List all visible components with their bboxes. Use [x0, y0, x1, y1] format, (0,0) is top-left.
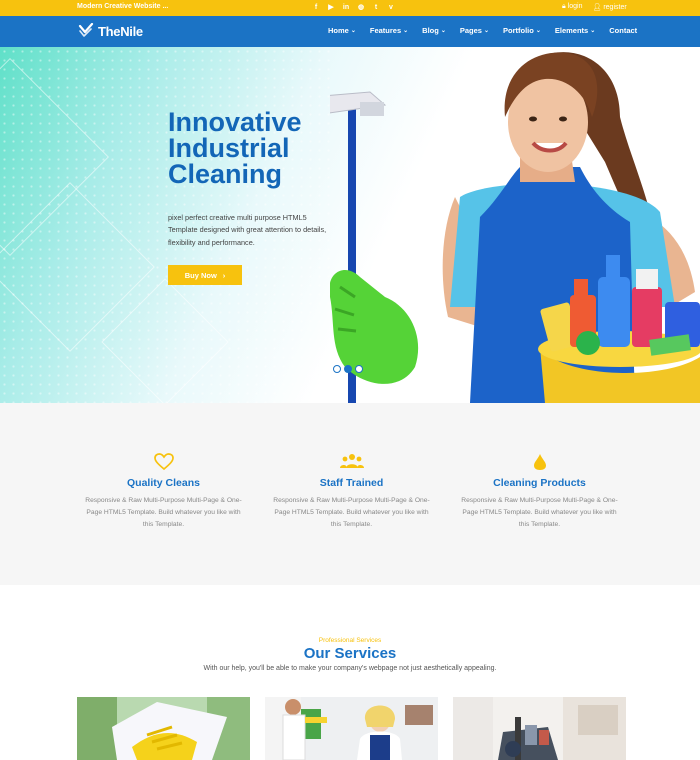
hero-slider: Innovative Industrial Cleaning pixel per… [0, 47, 700, 403]
chevron-down-icon: ⌄ [535, 28, 541, 34]
logo-icon [78, 23, 94, 37]
nav-label: Elements [554, 26, 589, 35]
chevron-down-icon: ⌄ [350, 28, 356, 34]
hero-title: Innovative Industrial Cleaning [168, 107, 302, 189]
service-card-image[interactable] [77, 697, 250, 760]
nav-item-home[interactable]: Home ⌄ [328, 26, 356, 35]
chevron-down-icon: ⌄ [483, 28, 490, 34]
nav-item-features[interactable]: Features ⌄ [370, 26, 408, 35]
nav-label: Home [328, 26, 349, 35]
facebook-icon[interactable]: f [312, 2, 320, 13]
feature-text: Responsive & Raw Multi-Purpose Multi-Pag… [273, 497, 430, 528]
nav-item-portfolio[interactable]: Portfolio ⌄ [503, 26, 541, 35]
service-card-image[interactable] [453, 697, 626, 760]
hero-title-line: Industrial [168, 133, 290, 163]
logo[interactable]: TheNile [78, 23, 143, 39]
gloves-image [77, 697, 250, 760]
login-label: login [567, 3, 583, 10]
nav-label: Blog [422, 26, 439, 35]
services-section: Professional Services Our Services With … [0, 585, 700, 760]
feature-cleaning-products: Cleaning Products Responsive & Raw Multi… [457, 453, 622, 531]
slider-dot-active[interactable] [344, 365, 352, 373]
nav-item-contact[interactable]: Contact [609, 26, 637, 35]
cleaning-cart-image [453, 697, 626, 760]
chevron-down-icon: ⌄ [403, 28, 409, 34]
hero-title-line: Innovative [168, 107, 302, 137]
twitter-icon[interactable]: t [372, 2, 380, 13]
slider-dot[interactable] [333, 365, 341, 373]
heart-icon [81, 453, 246, 471]
slider-dot[interactable] [355, 365, 363, 373]
top-bar: Modern Creative Website ... f ▶ in ◍ t v… [0, 0, 700, 16]
vimeo-icon[interactable]: v [387, 2, 395, 13]
register-label: register [603, 4, 627, 11]
buy-now-label: Buy Now [184, 270, 217, 280]
hero-description: pixel perfect creative multi purpose HTM… [168, 213, 327, 247]
top-bar-tagline: Modern Creative Website ... [77, 3, 169, 10]
service-card-image[interactable] [265, 697, 438, 760]
brand-name: TheNile [98, 23, 143, 39]
services-title: Our Services [303, 645, 397, 662]
chevron-down-icon: ⌄ [440, 28, 446, 34]
dribbble-icon[interactable]: ◍ [357, 2, 365, 13]
user-plus-icon: 👤︎ [592, 4, 602, 11]
feature-text: Responsive & Raw Multi-Purpose Multi-Pag… [85, 497, 242, 528]
feature-title: Cleaning Products [493, 477, 586, 489]
feature-staff-trained: Staff Trained Responsive & Raw Multi-Pur… [269, 453, 434, 531]
login-link[interactable]: 🔒︎ login [562, 3, 582, 11]
register-link[interactable]: 👤︎ register [592, 3, 626, 11]
features-section: Quality Cleans Responsive & Raw Multi-Pu… [0, 403, 700, 585]
nav-label: Features [369, 26, 402, 35]
hero-title-line: Cleaning [168, 159, 283, 189]
feature-quality-cleans: Quality Cleans Responsive & Raw Multi-Pu… [81, 453, 246, 531]
lock-icon: 🔒︎ [562, 3, 566, 10]
youtube-icon[interactable]: ▶ [327, 2, 335, 13]
services-description: With our help, you'll be able to make yo… [203, 665, 497, 672]
nav-item-pages[interactable]: Pages ⌄ [460, 26, 489, 35]
main-menu: Home ⌄ Features ⌄ Blog ⌄ Pages ⌄ Portfolio ⌄ … [328, 26, 651, 35]
nav-label: Contact [609, 26, 638, 35]
services-subtitle: Professional Services [318, 637, 382, 644]
nav-label: Pages [459, 26, 482, 35]
linkedin-icon[interactable]: in [342, 2, 350, 13]
buy-now-button[interactable]: Buy Now › [168, 265, 242, 285]
social-links: f ▶ in ◍ t v [312, 2, 395, 13]
nav-item-blog[interactable]: Blog ⌄ [422, 26, 446, 35]
feature-text: Responsive & Raw Multi-Purpose Multi-Pag… [461, 497, 618, 528]
nav-label: Portfolio [503, 26, 534, 35]
slider-pagination [333, 365, 363, 373]
chevron-right-icon: › [222, 270, 226, 280]
auth-links: 🔒︎ login 👤︎ register [562, 3, 627, 11]
feature-title: Staff Trained [319, 477, 384, 489]
drop-icon [457, 453, 622, 471]
office-cleaners-image [265, 697, 438, 760]
main-navbar: TheNile Home ⌄ Features ⌄ Blog ⌄ Pages ⌄ Por… [0, 16, 700, 47]
nav-item-elements[interactable]: Elements ⌄ [555, 26, 595, 35]
users-icon [269, 453, 434, 471]
hero-cleaning-woman-image [330, 52, 700, 403]
chevron-down-icon: ⌄ [590, 28, 596, 34]
feature-title: Quality Cleans [127, 477, 200, 489]
